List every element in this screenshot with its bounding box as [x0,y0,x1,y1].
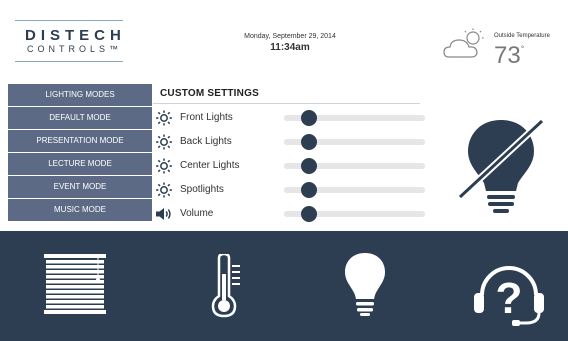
setting-row-spotlights: Spotlights [155,179,435,201]
slider-knob[interactable] [301,110,317,126]
blinds-icon[interactable] [44,254,106,314]
bottom-nav-bar: ? [0,231,568,341]
mode-presentation[interactable]: PRESENTATION MODE [8,130,152,152]
mode-lecture[interactable]: LECTURE MODE [8,153,152,175]
svg-text:?: ? [496,274,523,323]
setting-label: Back Lights [180,136,232,147]
mode-music[interactable]: MUSIC MODE [8,199,152,221]
partly-cloudy-icon [443,28,484,58]
brand-sub-text: CONTROLS™ [27,44,123,54]
setting-label: Front Lights [180,112,233,123]
setting-label: Center Lights [180,160,240,171]
mode-lighting-modes[interactable]: LIGHTING MODES [8,84,152,106]
outside-temp-value: 73° [494,42,524,70]
lighting-modes-sidebar: LIGHTING MODES DEFAULT MODE PRESENTATION… [8,84,152,221]
light-bulb-icon[interactable] [342,251,388,317]
current-date: Monday, September 29, 2014 [244,33,336,40]
outside-temp-label: Outside Temperature [494,33,550,39]
slider-knob[interactable] [301,206,317,222]
setting-row-center-lights: Center Lights [155,155,435,177]
sun-icon [156,158,172,174]
spotlights-slider[interactable] [284,182,425,198]
setting-row-front-lights: Front Lights [155,107,435,129]
brand-main-text: DISTECH [25,27,126,44]
logo-rule-top [15,20,123,21]
back-lights-slider[interactable] [284,134,425,150]
slider-knob[interactable] [301,158,317,174]
mode-default[interactable]: DEFAULT MODE [8,107,152,129]
logo-rule-bottom [15,61,123,62]
setting-label: Volume [180,208,214,219]
current-time: 11:34am [270,42,310,53]
speaker-icon [156,208,171,220]
light-off-icon[interactable] [456,115,546,219]
brand-logo: DISTECH CONTROLS™ [15,20,123,64]
thermometer-icon[interactable] [210,254,244,318]
mode-event[interactable]: EVENT MODE [8,176,152,198]
slider-knob[interactable] [301,182,317,198]
help-headset-icon[interactable]: ? [468,255,550,327]
setting-label: Spotlights [180,184,224,195]
outside-temp-unit: ° [520,44,525,54]
setting-row-volume: Volume [155,203,435,225]
outside-temp-number: 73 [494,42,521,69]
sun-icon [156,134,172,150]
header: DISTECH CONTROLS™ Monday, September 29, … [0,0,568,80]
front-lights-slider[interactable] [284,110,425,126]
setting-row-back-lights: Back Lights [155,131,435,153]
slider-knob[interactable] [301,134,317,150]
settings-divider [153,103,420,104]
center-lights-slider[interactable] [284,158,425,174]
volume-slider[interactable] [284,206,425,222]
sun-icon [156,110,172,126]
custom-settings-title: CUSTOM SETTINGS [160,88,259,99]
sun-icon [156,182,172,198]
